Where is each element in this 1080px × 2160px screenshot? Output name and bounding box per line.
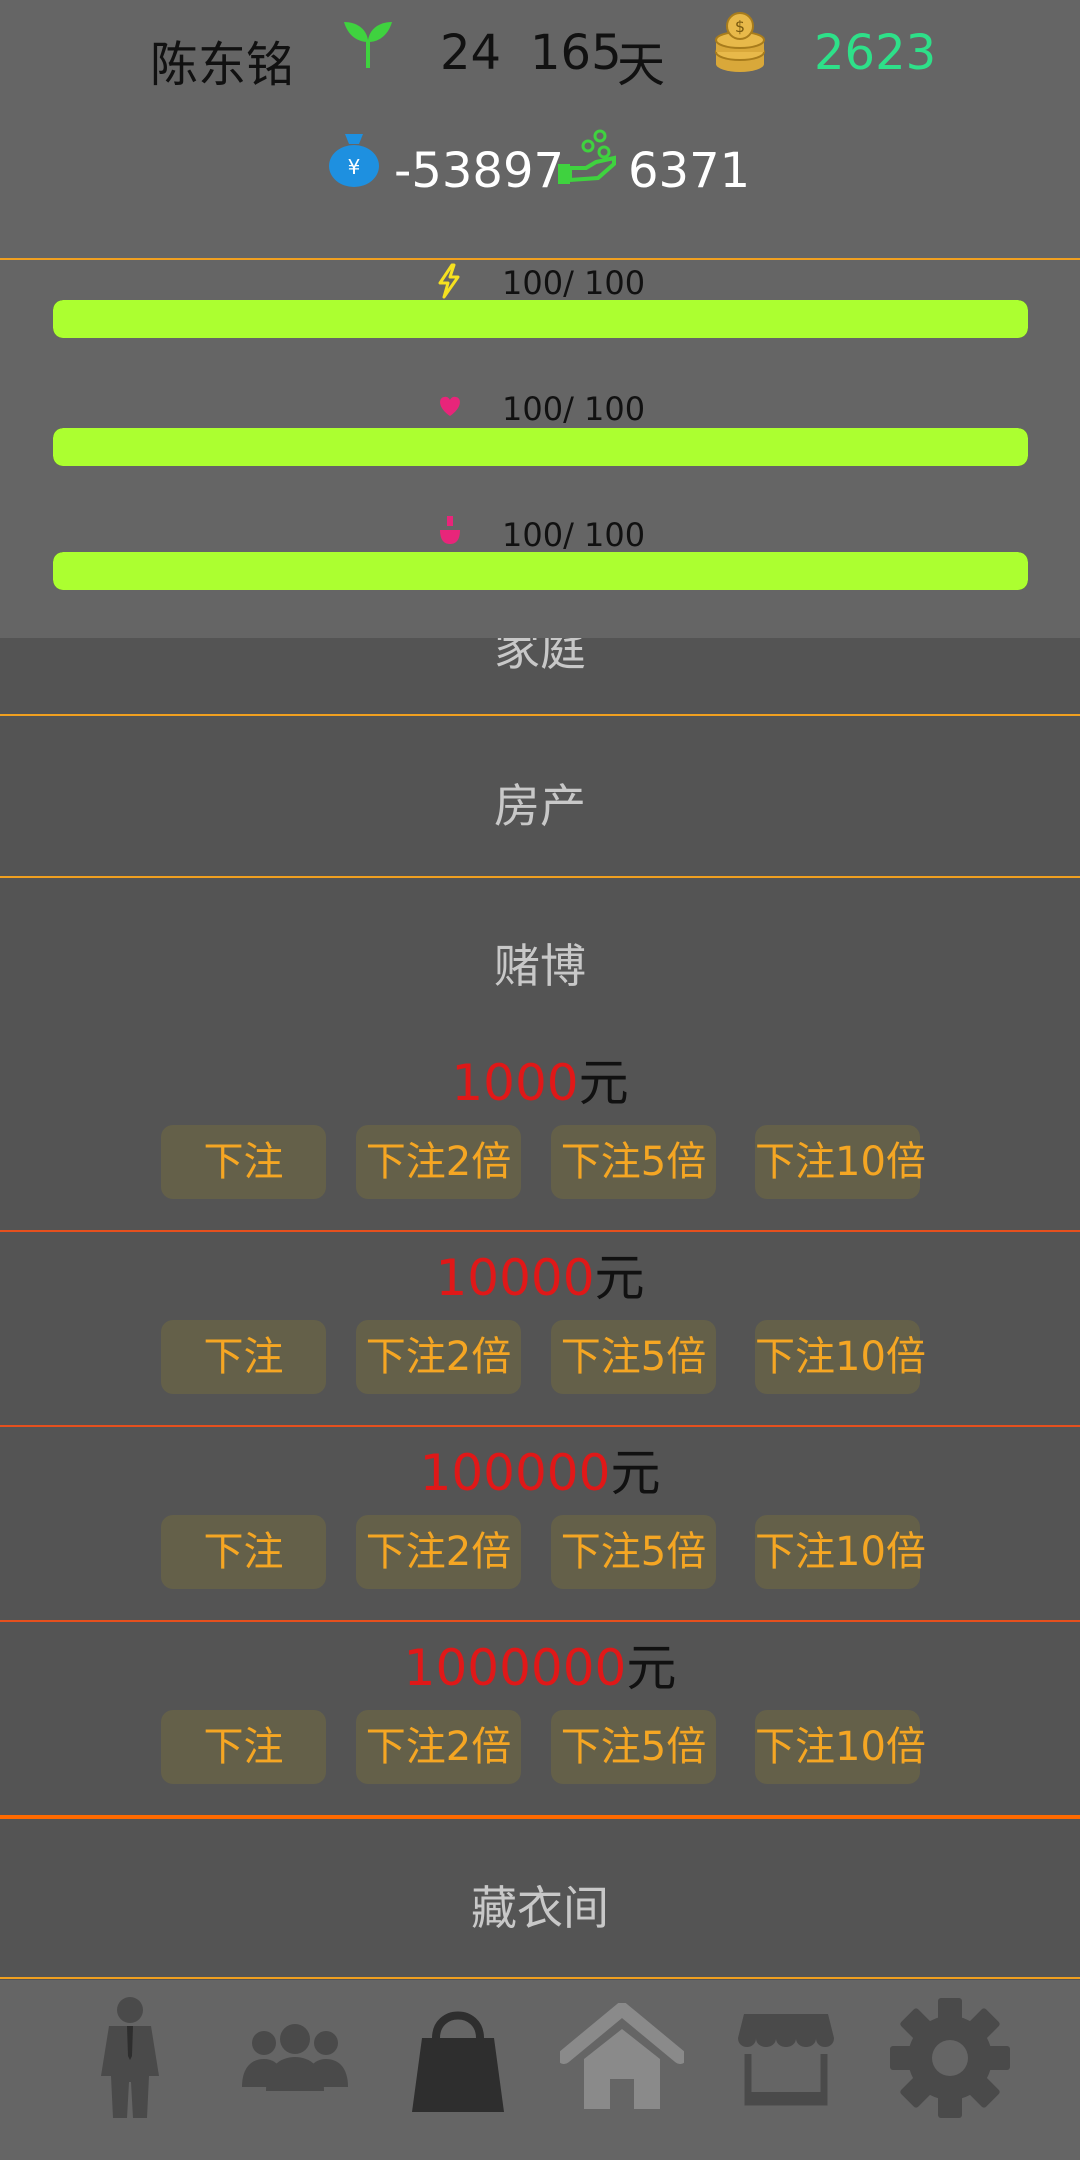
- bet-amount: 1000000: [403, 1639, 627, 1697]
- bet-button[interactable]: 下注: [161, 1710, 326, 1784]
- group-icon: [240, 2023, 350, 2097]
- bet-10x-button[interactable]: 下注10倍: [755, 1125, 926, 1199]
- age-value: 24: [440, 25, 502, 81]
- bet-amount-row: 10000元: [0, 1238, 1080, 1310]
- nav-store[interactable]: [706, 1990, 866, 2130]
- health-bar: [53, 428, 1028, 466]
- bet-2x-button[interactable]: 下注2倍: [356, 1710, 521, 1784]
- divider: [0, 714, 1080, 716]
- divider: [0, 1620, 1080, 1622]
- days-unit: 天: [617, 37, 666, 93]
- header-panel: 陈东铭 24 165 天 $ 2623 ¥ -53897 6371: [0, 0, 1080, 258]
- svg-text:$: $: [735, 17, 745, 36]
- coins-value: 2623: [814, 25, 937, 81]
- bet-5x-button[interactable]: 下注5倍: [551, 1125, 716, 1199]
- energy-bar: [53, 300, 1028, 338]
- nav-character[interactable]: [50, 1990, 210, 2130]
- bet-amount: 100000: [419, 1444, 611, 1502]
- nav-home[interactable]: [542, 1990, 702, 2130]
- svg-text:¥: ¥: [348, 155, 361, 179]
- divider: [0, 1230, 1080, 1232]
- bet-amount: 10000: [435, 1249, 595, 1307]
- bet-2x-button[interactable]: 下注2倍: [356, 1320, 521, 1394]
- home-icon: [557, 2002, 687, 2117]
- divider: [0, 1425, 1080, 1427]
- money-bag-icon: ¥: [327, 130, 381, 188]
- energy-label: 100/ 100: [502, 264, 646, 302]
- shopping-bag-icon: [410, 2002, 506, 2118]
- nav-settings[interactable]: [870, 1990, 1030, 2130]
- bet-10x-button[interactable]: 下注10倍: [755, 1515, 926, 1589]
- bet-amount: 1000: [451, 1054, 579, 1112]
- bet-2x-button[interactable]: 下注2倍: [356, 1515, 521, 1589]
- money-value: -53897: [394, 143, 565, 199]
- stats-panel: 100/ 100 100/ 100 100/ 100: [0, 260, 1080, 638]
- mood-bar: [53, 552, 1028, 590]
- bet-button[interactable]: 下注: [161, 1515, 326, 1589]
- coin-stack-icon: $: [714, 12, 766, 74]
- bet-5x-button[interactable]: 下注5倍: [551, 1515, 716, 1589]
- flask-icon: [436, 514, 464, 546]
- bet-10x-button[interactable]: 下注10倍: [755, 1320, 926, 1394]
- bet-amount-unit: 元: [610, 1444, 661, 1502]
- store-icon: [736, 2010, 836, 2110]
- nav-social[interactable]: [215, 1990, 375, 2130]
- gear-icon: [890, 1998, 1010, 2122]
- bet-amount-unit: 元: [578, 1054, 629, 1112]
- mood-label: 100/ 100: [502, 516, 646, 554]
- bet-amount-row: 1000000元: [0, 1628, 1080, 1700]
- divider: [0, 1977, 1080, 1979]
- bet-5x-button[interactable]: 下注5倍: [551, 1320, 716, 1394]
- bet-5x-button[interactable]: 下注5倍: [551, 1710, 716, 1784]
- heart-icon: [436, 394, 464, 418]
- bet-10x-button[interactable]: 下注10倍: [755, 1710, 926, 1784]
- health-label: 100/ 100: [502, 390, 646, 428]
- lightning-icon: [436, 263, 462, 299]
- divider: [0, 1815, 1080, 1819]
- energy-bar-fill: [53, 300, 1028, 338]
- player-name: 陈东铭: [150, 37, 295, 93]
- bet-amount-unit: 元: [626, 1639, 677, 1697]
- income-value: 6371: [628, 143, 751, 199]
- nav-shopping[interactable]: [378, 1990, 538, 2130]
- hand-coins-icon: [556, 128, 618, 188]
- divider: [0, 876, 1080, 878]
- bet-2x-button[interactable]: 下注2倍: [356, 1125, 521, 1199]
- health-bar-fill: [53, 428, 1028, 466]
- section-wardrobe[interactable]: 藏衣间: [0, 1872, 1080, 1938]
- bet-button[interactable]: 下注: [161, 1125, 326, 1199]
- bet-button[interactable]: 下注: [161, 1320, 326, 1394]
- section-property[interactable]: 房产: [0, 770, 1080, 836]
- person-icon: [95, 1996, 165, 2124]
- sprout-icon: [340, 18, 396, 70]
- mood-bar-fill: [53, 552, 1028, 590]
- bottom-nav: [0, 1980, 1080, 2160]
- days-value: 165: [530, 25, 622, 81]
- bet-amount-unit: 元: [594, 1249, 645, 1307]
- bet-amount-row: 100000元: [0, 1433, 1080, 1505]
- section-gambling[interactable]: 赌博: [0, 930, 1080, 996]
- bet-amount-row: 1000元: [0, 1043, 1080, 1115]
